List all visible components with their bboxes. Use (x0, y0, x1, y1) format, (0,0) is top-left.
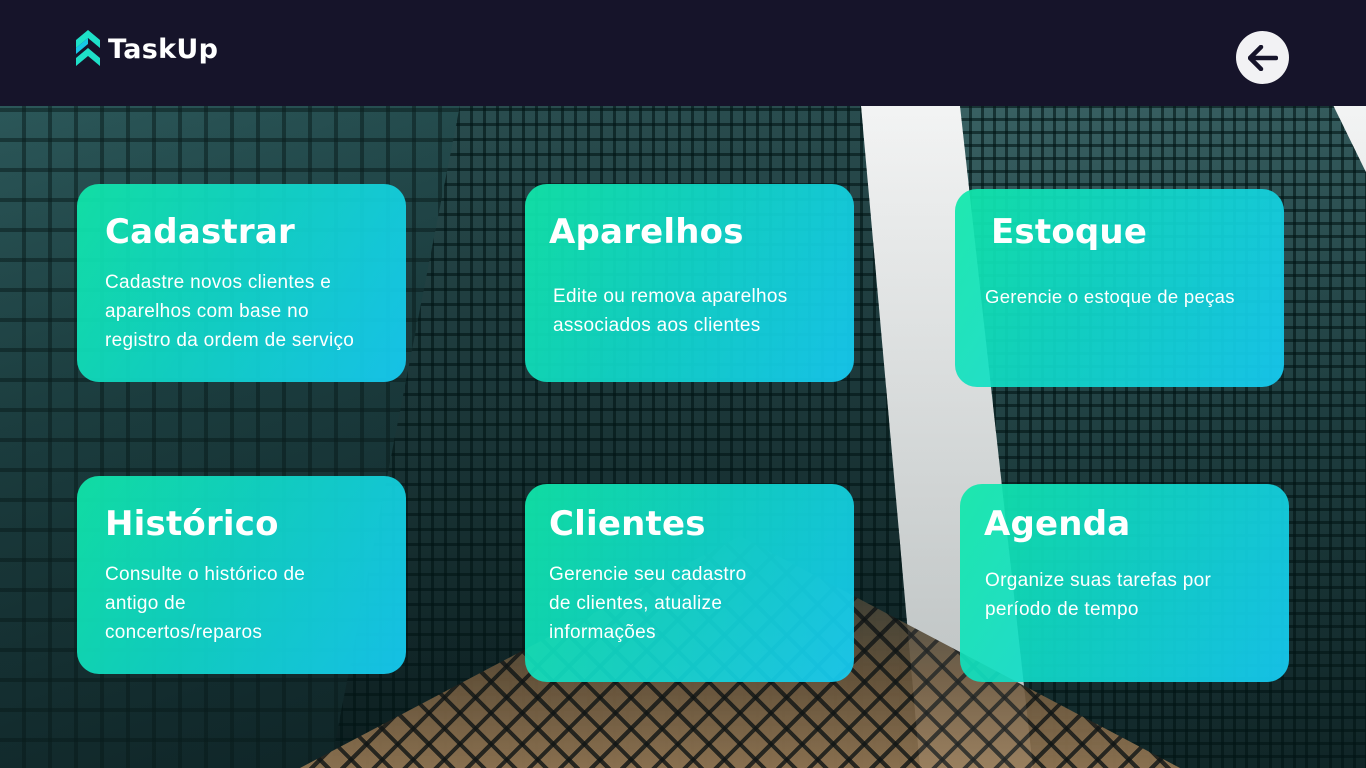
app-name: TaskUp (108, 33, 219, 65)
card-title: Clientes (549, 504, 706, 544)
card-title: Agenda (984, 504, 1131, 544)
arrow-left-icon (1247, 44, 1278, 71)
card-historico[interactable]: Histórico Consulte o histórico de antigo… (77, 476, 406, 674)
back-button[interactable] (1236, 31, 1289, 84)
card-title: Cadastrar (105, 212, 295, 252)
card-agenda[interactable]: Agenda Organize suas tarefas por período… (960, 484, 1289, 682)
card-title: Aparelhos (549, 212, 744, 252)
card-description: Consulte o histórico de antigo de concer… (105, 564, 306, 643)
card-cadastrar[interactable]: Cadastrar Cadastre novos clientes e apar… (77, 184, 406, 382)
card-description: Edite ou remova aparelhos associados aos… (553, 286, 788, 336)
double-chevron-up-icon (76, 30, 100, 66)
card-title: Histórico (105, 504, 279, 544)
top-bar: TaskUp (0, 0, 1366, 106)
card-aparelhos[interactable]: Aparelhos Edite ou remova aparelhos asso… (525, 184, 854, 382)
taskup-logo[interactable]: TaskUp (76, 30, 218, 68)
card-description: Cadastre novos clientes e aparelhos com … (105, 272, 355, 351)
card-estoque[interactable]: Estoque Gerencie o estoque de peças (955, 189, 1284, 387)
card-description: Organize suas tarefas por período de tem… (985, 570, 1212, 620)
card-clientes[interactable]: Clientes Gerencie seu cadastro de client… (525, 484, 854, 682)
card-description: Gerencie seu cadastro de clientes, atual… (549, 564, 747, 643)
card-title: Estoque (991, 212, 1148, 252)
card-description: Gerencie o estoque de peças (985, 286, 1235, 307)
